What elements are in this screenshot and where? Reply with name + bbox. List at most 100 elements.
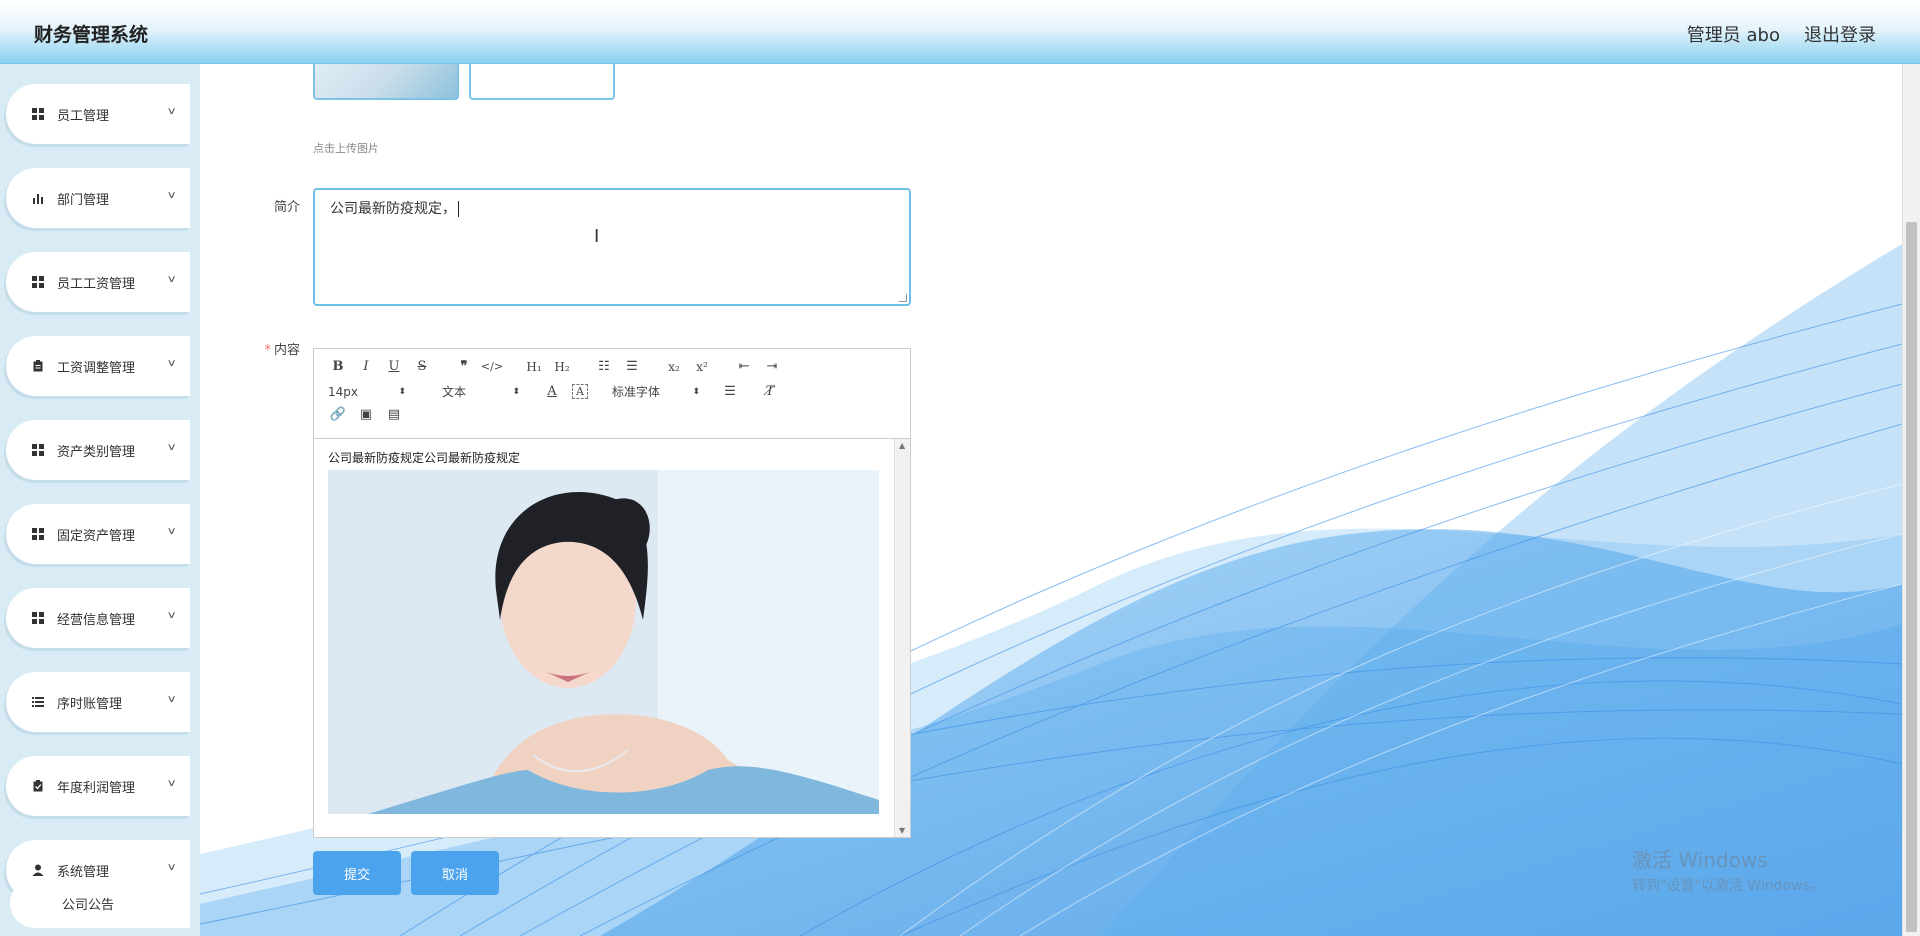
clear-format-icon[interactable]: T̸ <box>756 384 784 399</box>
logout-link[interactable]: 退出登录 <box>1804 21 1876 47</box>
sidebar-item-annual-profit[interactable]: 年度利润管理 ∨ <box>6 756 190 816</box>
main-content: 点击上传图片 简介 公司最新防疫规定， I * 内容 B I U S ❞ </> … <box>200 64 1902 936</box>
scroll-down-icon[interactable]: ▼ <box>899 826 905 835</box>
scroll-up-icon[interactable]: ▲ <box>899 441 905 450</box>
chevron-down-icon: ∨ <box>166 358 177 369</box>
sidebar-item-asset-category[interactable]: 资产类别管理 ∨ <box>6 420 190 480</box>
sidebar-item-label: 员工工资管理 <box>57 276 136 292</box>
strikethrough-icon[interactable]: S <box>408 359 436 374</box>
sidebar-item-label: 员工管理 <box>57 108 110 124</box>
font-size-value: 14px <box>328 384 358 399</box>
sidebar-item-business-info[interactable]: 经营信息管理 ∨ <box>6 588 190 648</box>
font-family-value: 标准字体 <box>612 385 661 399</box>
intro-label: 简介 <box>273 200 300 215</box>
chevron-down-icon: ∨ <box>166 190 177 201</box>
sidebar-subitem-announcement[interactable]: 公司公告 <box>10 878 190 928</box>
sidebar-item-employee[interactable]: 员工管理 ∨ <box>6 84 190 144</box>
grid-icon <box>32 612 44 624</box>
chevron-down-icon: ∨ <box>166 610 177 621</box>
chevron-down-icon: ∨ <box>166 526 177 537</box>
ibeam-cursor-icon: I <box>594 226 600 247</box>
paragraph-select[interactable]: 文本 ⬍ <box>438 383 524 400</box>
header2-icon[interactable]: H₂ <box>548 360 576 374</box>
page-scrollbar[interactable] <box>1902 64 1920 936</box>
chevron-down-icon: ∨ <box>166 106 177 117</box>
sidebar-item-salary[interactable]: 员工工资管理 ∨ <box>6 252 190 312</box>
sidebar-item-fixed-asset[interactable]: 固定资产管理 ∨ <box>6 504 190 564</box>
superscript-icon[interactable]: x² <box>688 360 716 374</box>
upload-hint: 点击上传图片 <box>313 142 379 155</box>
chevron-down-icon: ∨ <box>166 442 177 453</box>
sidebar-item-label: 资产类别管理 <box>57 444 136 460</box>
indent-icon[interactable]: ⇥ <box>758 359 786 374</box>
windows-activation-watermark: 激活 Windows 转到"设置"以激活 Windows。 <box>1632 844 1824 895</box>
submit-button[interactable]: 提交 <box>313 851 401 895</box>
font-color-icon[interactable]: A <box>538 384 566 399</box>
bullet-list-icon[interactable]: ☰ <box>618 359 646 374</box>
blockquote-icon[interactable]: ❞ <box>450 359 478 374</box>
sidebar-item-label: 工资调整管理 <box>57 360 136 376</box>
underline-icon[interactable]: U <box>380 359 408 374</box>
select-arrow-icon: ⬍ <box>512 386 520 397</box>
sidebar-item-journal[interactable]: 序时账管理 ∨ <box>6 672 190 732</box>
sidebar-item-label: 经营信息管理 <box>57 612 136 628</box>
intro-text: 公司最新防疫规定， <box>330 201 456 217</box>
grid-icon <box>32 276 44 288</box>
image-icon[interactable]: ▣ <box>352 407 380 422</box>
grid-icon <box>32 528 44 540</box>
background-color-icon[interactable]: A <box>572 384 588 399</box>
align-icon[interactable]: ☰ <box>716 384 744 399</box>
sidebar-item-label: 序时账管理 <box>57 696 123 712</box>
resize-handle[interactable] <box>899 294 907 302</box>
bold-icon[interactable]: B <box>324 359 352 374</box>
video-icon[interactable]: ▤ <box>380 407 408 422</box>
grid-icon <box>32 444 44 456</box>
content-text: 公司最新防疫规定公司最新防疫规定 <box>328 451 521 465</box>
sidebar-item-label: 系统管理 <box>57 864 110 880</box>
sidebar: 员工管理 ∨ 部门管理 ∨ 员工工资管理 ∨ 工资调整管理 ∨ 资产类别管理 ∨… <box>0 64 200 936</box>
select-arrow-icon: ⬍ <box>398 386 406 397</box>
clipboard-icon <box>33 360 43 372</box>
editor-toolbar: B I U S ❞ </> H₁ H₂ ☷ ☰ x₂ x² ⇤ ⇥ 14px ⬍ <box>314 349 910 439</box>
content-image <box>328 470 879 814</box>
user-label: 管理员 abo <box>1686 25 1780 46</box>
ordered-list-icon[interactable]: ☷ <box>590 359 618 374</box>
chevron-down-icon: ∨ <box>166 694 177 705</box>
chevron-down-icon: ∨ <box>166 862 177 873</box>
content-label: 内容 <box>273 343 300 358</box>
header1-icon[interactable]: H₁ <box>520 360 548 374</box>
bar-chart-icon <box>33 194 43 204</box>
grid-icon <box>32 108 44 120</box>
page-scrollbar-thumb[interactable] <box>1906 222 1917 932</box>
italic-icon[interactable]: I <box>352 359 380 374</box>
sidebar-item-label: 部门管理 <box>57 192 110 208</box>
watermark-line2: 转到"设置"以激活 Windows。 <box>1632 878 1824 894</box>
sidebar-item-department[interactable]: 部门管理 ∨ <box>6 168 190 228</box>
user-icon <box>32 864 44 876</box>
top-header: 财务管理系统 管理员 abo 退出登录 <box>0 0 1920 64</box>
portrait-image <box>328 470 879 814</box>
sidebar-item-label: 固定资产管理 <box>57 528 136 544</box>
cancel-button[interactable]: 取消 <box>411 851 499 895</box>
chevron-down-icon: ∨ <box>166 274 177 285</box>
clipboard-check-icon <box>33 780 43 792</box>
font-size-select[interactable]: 14px ⬍ <box>324 385 410 399</box>
link-icon[interactable]: 🔗 <box>324 407 352 422</box>
sidebar-item-salary-adjust[interactable]: 工资调整管理 ∨ <box>6 336 190 396</box>
sidebar-item-label: 年度利润管理 <box>57 780 136 796</box>
uploaded-image-thumbnail[interactable] <box>313 64 459 100</box>
paragraph-value: 文本 <box>442 385 467 399</box>
upload-slot[interactable] <box>469 64 615 100</box>
font-family-select[interactable]: 标准字体 ⬍ <box>608 383 704 400</box>
watermark-line1: 激活 Windows <box>1632 848 1768 872</box>
code-block-icon[interactable]: </> <box>478 360 506 373</box>
app-title: 财务管理系统 <box>34 24 149 46</box>
select-arrow-icon: ⬍ <box>692 386 700 397</box>
outdent-icon[interactable]: ⇤ <box>730 359 758 374</box>
intro-textarea[interactable]: 公司最新防疫规定， <box>313 188 911 306</box>
list-icon <box>32 697 44 707</box>
rich-text-editor: B I U S ❞ </> H₁ H₂ ☷ ☰ x₂ x² ⇤ ⇥ 14px ⬍ <box>313 348 911 838</box>
subscript-icon[interactable]: x₂ <box>660 360 688 374</box>
editor-content[interactable]: 公司最新防疫规定公司最新防疫规定 <box>314 439 896 837</box>
editor-scrollbar[interactable]: ▲ ▼ <box>894 439 910 837</box>
